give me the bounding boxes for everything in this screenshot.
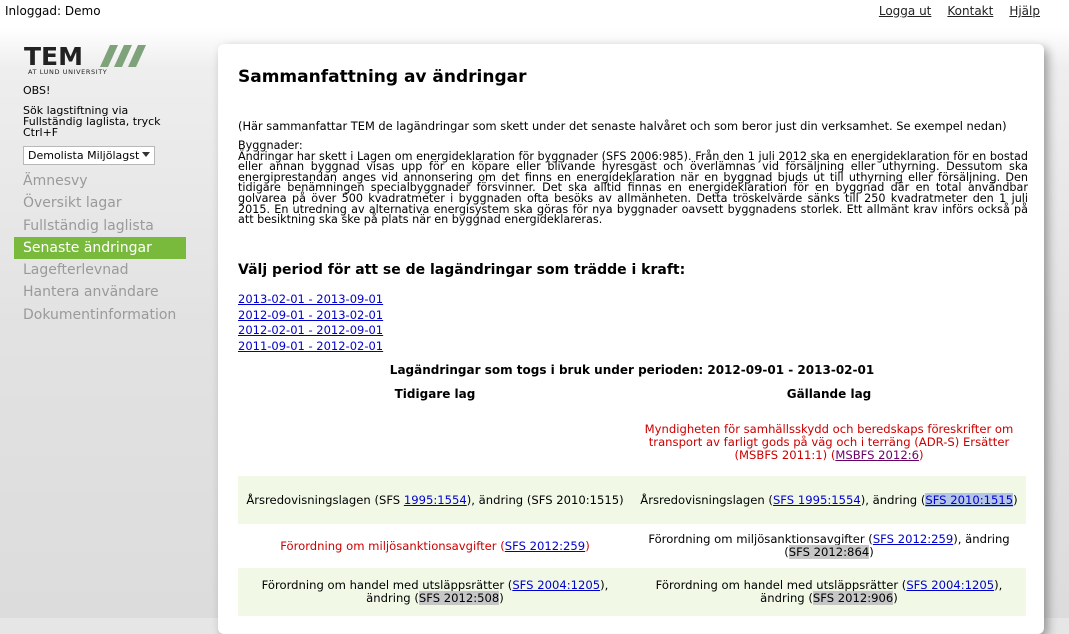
cell-previous: Förordning om handel med utsläppsrätter … [238,575,632,609]
sidebar-nav: Ämnesvy Översikt lagar Fullständig lagli… [14,170,186,326]
period-link[interactable]: 2012-02-01 - 2012-09-01 [238,323,383,339]
cell-text: Förordning om handel med utsläppsrätter … [261,578,513,592]
logo-subtitle: AT LUND UNIVERSITY [28,68,108,76]
cell-text: Årsredovisningslagen (SFS [246,492,404,507]
sidebar: TEM AT LUND UNIVERSITY OBS! Sök lagstift… [0,28,200,618]
cell-text: Myndigheten för samhällsskydd och bereds… [644,421,1014,462]
period-link[interactable]: 2012-09-01 - 2013-02-01 [238,308,383,324]
sfs-link[interactable]: SFS 2012:259 [505,539,585,553]
sidebar-item-amnesvy[interactable]: Ämnesvy [14,170,186,192]
table-row: Förordning om handel med utsläppsrätter … [238,568,1026,616]
cell-current: Myndigheten för samhällsskydd och bereds… [632,419,1026,466]
cell-previous: Årsredovisningslagen (SFS 1995:1554), än… [238,490,632,511]
logged-in-user: Inloggad: Demo [5,4,101,18]
cell-text: ) [918,447,924,462]
search-hint: Sök lagstiftning via Fullständig laglist… [23,104,161,139]
sfs-link[interactable]: SFS 2004:1205 [512,578,600,592]
page-title: Sammanfattning av ändringar [238,67,527,87]
table-row: Årsredovisningslagen (SFS 1995:1554), än… [238,476,1026,524]
intro-text: (Här sammanfattar TEM de lagändringar so… [238,119,1007,133]
sfs-link[interactable]: SFS 2012:259 [873,532,953,546]
help-link[interactable]: Hjälp [1009,4,1040,18]
tem-logo[interactable]: TEM AT LUND UNIVERSITY [24,42,146,78]
sidebar-item-oversikt-lagar[interactable]: Översikt lagar [14,192,186,214]
sfs-link[interactable]: 1995:1554 [404,493,467,507]
sfs-link[interactable]: SFS 1995:1554 [773,493,861,507]
list-select-value: Demolista Miljölagstiftning [28,149,140,162]
cell-text: Förordning om miljösanktionsavgifter ( [280,538,505,553]
contact-link[interactable]: Kontakt [947,4,993,18]
cell-previous: Förordning om miljösanktionsavgifter (SF… [238,536,632,557]
chevron-down-icon [142,152,150,157]
cell-text: ), ändring ( [860,492,926,507]
cell-text: Förordning om miljösanktionsavgifter ( [648,532,873,546]
cell-text: Förordning om handel med utsläppsrätter … [655,578,907,592]
content-panel: Sammanfattning av ändringar (Här sammanf… [218,44,1044,634]
amendment-highlight: SFS 2012:864 [788,545,870,559]
sfs-link[interactable]: SFS 2004:1205 [906,578,994,592]
period-heading: Välj period för att se de lagändringar s… [238,262,686,278]
cell-current: Årsredovisningslagen (SFS 1995:1554), än… [632,490,1026,511]
sidebar-item-dokumentinformation[interactable]: Dokumentinformation [14,304,186,326]
cell-text: ) [1013,492,1018,507]
sidebar-item-lagefterlevnad[interactable]: Lagefterlevnad [14,259,186,281]
amendment-highlight: SFS 2012:508 [418,591,500,605]
logo-bars-icon [100,45,146,67]
cell-current: Förordning om miljösanktionsavgifter (SF… [632,529,1026,563]
table-row: Förordning om miljösanktionsavgifter (SF… [238,524,1026,568]
obs-label: OBS! [23,84,51,97]
period-link[interactable]: 2013-02-01 - 2013-09-01 [238,292,383,308]
cell-previous [238,438,632,446]
top-links: Logga ut Kontakt Hjälp [879,4,1040,18]
top-bar: Inloggad: Demo Logga ut Kontakt Hjälp [0,0,1069,28]
column-header-previous: Tidigare lag [394,387,476,401]
period-links: 2013-02-01 - 2013-09-01 2012-09-01 - 201… [238,292,383,354]
cell-text: Årsredovisningslagen ( [640,492,773,507]
table-row: Myndigheten för samhällsskydd och bereds… [238,408,1026,476]
amendment-highlight: SFS 2012:906 [812,591,894,605]
cell-text: ) [585,538,590,553]
column-header-current: Gällande lag [786,387,872,401]
sidebar-item-fullstandig-laglista[interactable]: Fullständig laglista [14,215,186,237]
byggnader-text: Ändringar har skett i Lagen om energidek… [238,149,1028,227]
cell-text: ) [499,591,504,605]
cell-text: ), ändring (SFS 2010:1515) [466,492,624,507]
sidebar-item-senaste-andringar[interactable]: Senaste ändringar [14,236,186,260]
list-select[interactable]: Demolista Miljölagstiftning [23,146,155,165]
cell-current: Förordning om handel med utsläppsrätter … [632,575,1026,609]
cell-text: ) [869,545,874,559]
sidebar-item-hantera-anvandare[interactable]: Hantera användare [14,281,186,303]
cell-text: ) [893,591,898,605]
period-link[interactable]: 2011-09-01 - 2012-02-01 [238,339,383,355]
table-title: Lagändringar som togs i bruk under perio… [389,363,875,377]
logout-link[interactable]: Logga ut [879,4,932,18]
changes-table: Myndigheten för samhällsskydd och bereds… [238,408,1026,616]
logo-text: TEM [24,42,84,71]
sfs-link-highlighted[interactable]: SFS 2010:1515 [925,492,1014,507]
msbfs-link[interactable]: MSBFS 2012:6 [835,448,919,462]
byggnader-summary: Byggnader: Ändringar har skett i Lagen o… [238,140,1028,227]
